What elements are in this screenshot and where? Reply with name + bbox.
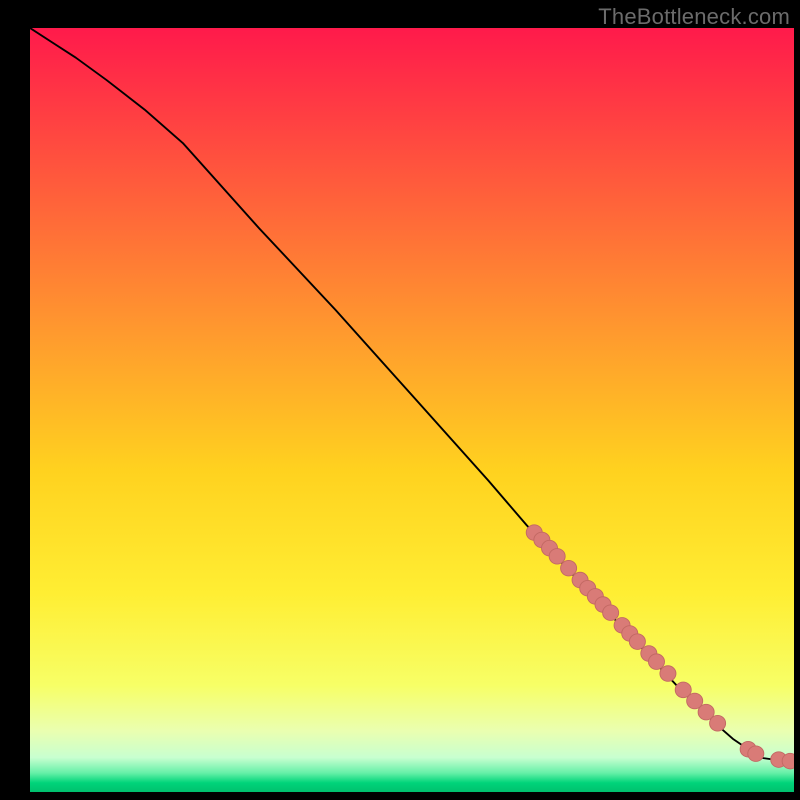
data-marker: [648, 654, 664, 670]
data-marker: [710, 715, 726, 731]
data-marker: [748, 746, 764, 762]
data-marker: [603, 605, 619, 621]
data-marker: [660, 666, 676, 682]
data-marker: [629, 634, 645, 650]
curve-line: [30, 28, 794, 761]
plot-area: [30, 28, 794, 770]
chart-container: TheBottleneck.com: [0, 0, 800, 800]
marker-group: [526, 525, 794, 769]
curve-overlay: [30, 28, 794, 770]
watermark-text: TheBottleneck.com: [598, 4, 790, 30]
data-marker: [561, 560, 577, 576]
data-marker: [782, 753, 794, 769]
data-marker: [549, 549, 565, 565]
